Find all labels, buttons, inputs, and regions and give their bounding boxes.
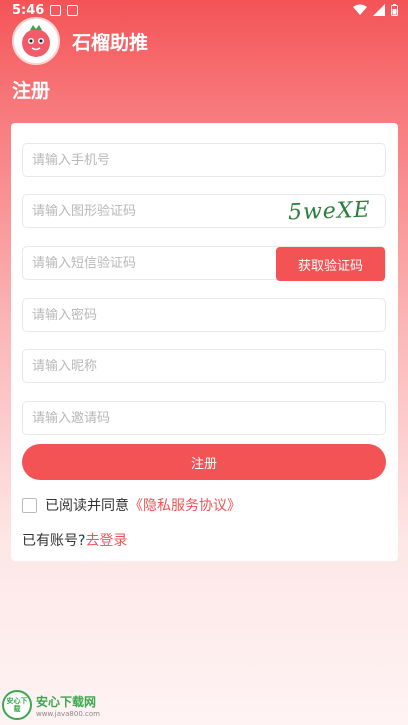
invite-code-input[interactable] bbox=[32, 410, 385, 426]
agreement-row: 已阅读并同意 《隐私服务协议》 bbox=[22, 495, 241, 515]
register-button[interactable]: 注册 bbox=[22, 444, 386, 480]
watermark: 安心下载 安心下载网 www.java800.com bbox=[2, 690, 100, 720]
login-prompt: 已有账号? bbox=[22, 533, 86, 549]
signal-icon bbox=[373, 4, 385, 16]
nickname-field[interactable] bbox=[22, 349, 386, 383]
login-row: 已有账号?去登录 bbox=[22, 530, 127, 550]
login-link[interactable]: 去登录 bbox=[85, 533, 127, 549]
wifi-icon bbox=[353, 4, 367, 15]
watermark-url: www.java800.com bbox=[36, 709, 100, 718]
password-field[interactable] bbox=[22, 298, 386, 332]
phone-input[interactable] bbox=[32, 152, 385, 168]
status-left-icons bbox=[50, 5, 78, 16]
pomegranate-mascot-icon bbox=[12, 17, 60, 65]
app-header: 石榴助推 bbox=[12, 17, 149, 65]
invite-field[interactable] bbox=[22, 401, 386, 435]
nickname-input[interactable] bbox=[32, 358, 385, 374]
media-icon bbox=[67, 5, 78, 16]
captcha-field[interactable]: 5weXE bbox=[22, 194, 386, 228]
password-input[interactable] bbox=[32, 307, 385, 323]
watermark-name: 安心下载网 bbox=[36, 694, 97, 709]
watermark-badge: 安心下载 bbox=[6, 697, 28, 713]
watermark-logo-icon: 安心下载 bbox=[2, 690, 32, 720]
watermark-text: 安心下载网 www.java800.com bbox=[36, 693, 100, 718]
captcha-image[interactable]: 5weXE bbox=[288, 198, 371, 226]
a-icon bbox=[50, 5, 61, 16]
privacy-agreement-link[interactable]: 《隐私服务协议》 bbox=[129, 495, 241, 515]
status-right-icons bbox=[353, 4, 398, 16]
status-time: 5:46 bbox=[12, 3, 45, 18]
get-sms-code-button[interactable]: 获取验证码 bbox=[276, 247, 385, 281]
register-card: 5weXE 获取验证码 注册 已阅读并同意 《隐私服务协议》 已有账号?去登录 bbox=[11, 123, 398, 561]
battery-icon bbox=[391, 4, 398, 16]
app-title: 石榴助推 bbox=[72, 31, 149, 54]
sms-field[interactable]: 获取验证码 bbox=[22, 246, 386, 281]
agreement-checkbox[interactable] bbox=[22, 497, 37, 513]
page-title: 注册 bbox=[12, 80, 51, 102]
agreement-text: 已阅读并同意 bbox=[45, 498, 129, 514]
phone-field[interactable] bbox=[22, 143, 386, 177]
